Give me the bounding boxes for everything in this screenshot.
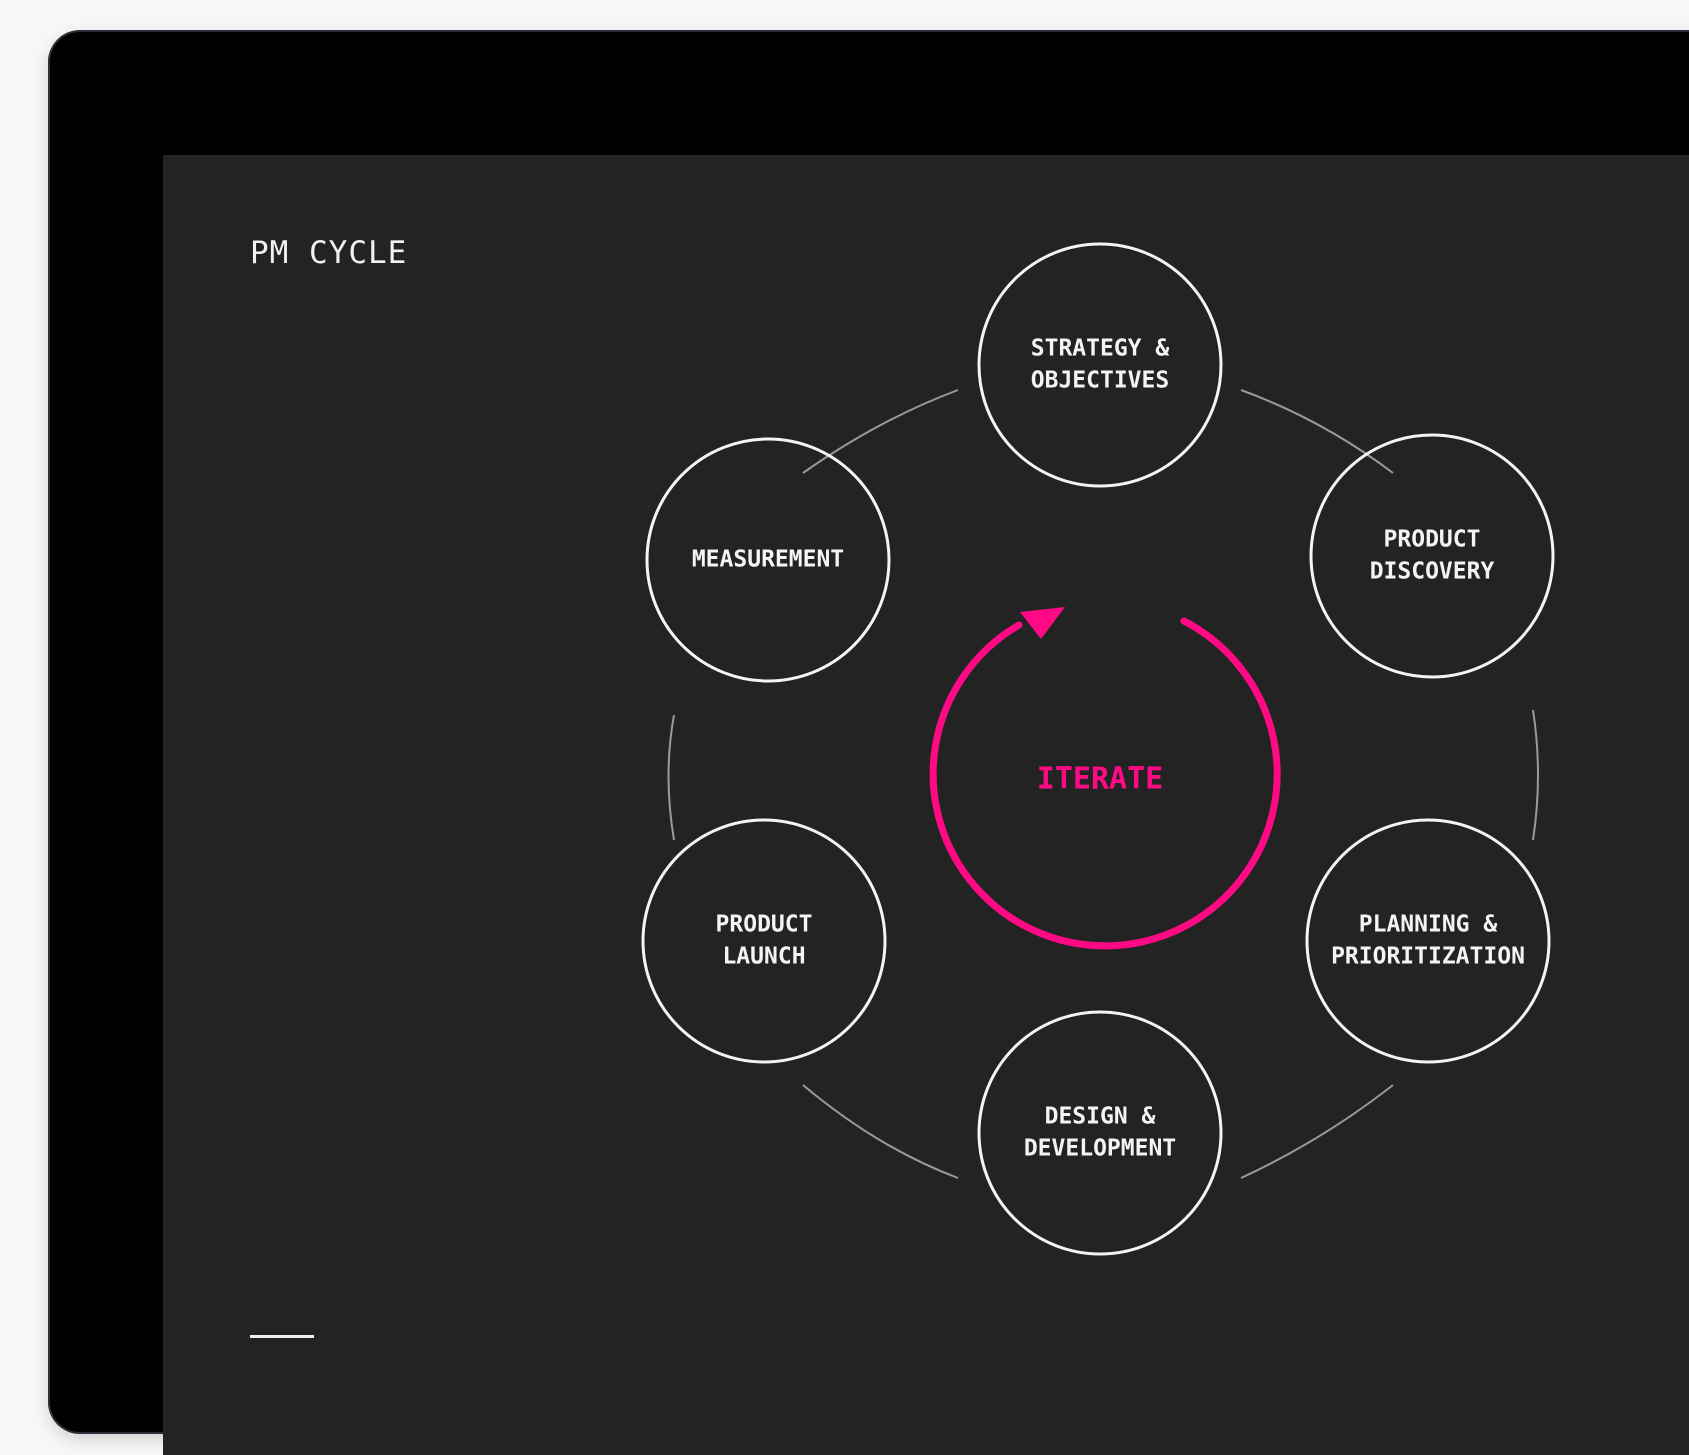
center-label: ITERATE [1037,762,1163,797]
connector-arc [1240,389,1394,474]
node-label: MEASUREMENT [692,547,844,573]
node-circle [1305,818,1551,1064]
node-label: PRODUCT [716,912,813,938]
device-frame: PM CYCLE ITERATE STRATEGY & OBJECTIVES PRO… [50,32,1689,1455]
node-label: PLANNING & [1359,912,1498,938]
cycle-nodes: STRATEGY & OBJECTIVES PRODUCT DISCOVERY PLAN… [641,242,1555,1256]
node-label: PRODUCT [1384,527,1481,553]
node-label: DEVELOPMENT [1024,1136,1176,1162]
connector-arc [1532,709,1539,841]
node-label: LAUNCH [722,944,805,970]
node-label: DESIGN & [1045,1104,1156,1130]
cycle-node-measurement: MEASUREMENT [645,437,891,683]
footer-rule [250,1335,314,1338]
connector-arc [1240,1084,1394,1179]
pm-cycle-diagram: ITERATE STRATEGY & OBJECTIVES PRODUCT DISCO… [641,242,1555,1256]
cycle-node-planning: PLANNING & PRIORITIZATION [1305,818,1551,1064]
node-label: STRATEGY & [1031,336,1170,362]
iterate-arrowhead-icon [1020,607,1065,639]
cycle-node-strategy: STRATEGY & OBJECTIVES [977,242,1223,488]
connector-arc [667,714,675,841]
node-label: PRIORITIZATION [1331,944,1525,970]
slide-canvas: PM CYCLE ITERATE STRATEGY & OBJECTIVES PRO… [163,155,1689,1455]
connector-arc [802,389,959,474]
node-label: DISCOVERY [1370,559,1495,585]
cycle-node-discovery: PRODUCT DISCOVERY [1309,433,1555,679]
connector-arc [802,1084,959,1179]
node-circle [641,818,887,1064]
cycle-node-launch: PRODUCT LAUNCH [641,818,887,1064]
node-circle [977,1010,1223,1256]
node-label: OBJECTIVES [1031,368,1169,394]
node-circle [1309,433,1555,679]
iterate-cycle: ITERATE [929,607,1281,950]
cycle-node-design: DESIGN & DEVELOPMENT [977,1010,1223,1256]
node-circle [977,242,1223,488]
